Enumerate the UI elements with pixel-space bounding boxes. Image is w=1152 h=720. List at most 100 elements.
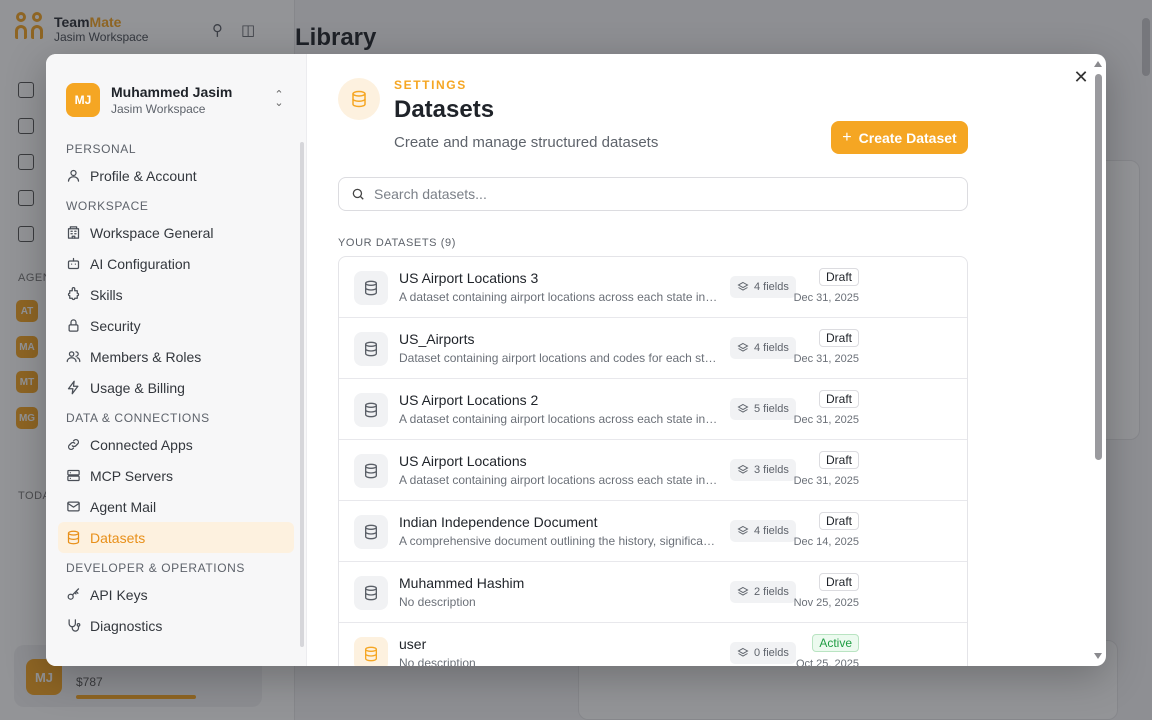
fields-badge: 5 fields <box>730 398 796 420</box>
layers-icon <box>737 586 749 596</box>
search-box[interactable] <box>338 177 968 211</box>
dataset-row[interactable]: US Airport Locations A dataset containing… <box>339 440 967 501</box>
user-workspace: Jasim Workspace <box>111 102 206 116</box>
fields-count: 4 fields <box>754 281 789 293</box>
settings-nav-api-keys[interactable]: API Keys <box>58 579 294 610</box>
user-name: Muhammed Jasim <box>111 84 233 100</box>
layers-icon <box>737 464 749 474</box>
settings-nav-agent-mail[interactable]: Agent Mail <box>58 491 294 522</box>
database-icon <box>354 332 388 366</box>
dataset-row[interactable]: Indian Independence Document A comprehens… <box>339 501 967 562</box>
layers-icon <box>737 403 749 413</box>
settings-nav-diagnostics[interactable]: Diagnostics <box>58 610 294 641</box>
dataset-date: Oct 25, 2025 <box>796 658 859 666</box>
layers-icon <box>737 342 749 352</box>
datasets-count-label: YOUR DATASETS (9) <box>338 237 456 249</box>
settings-nav-label: Members & Roles <box>90 348 202 365</box>
section-subtitle: Create and manage structured datasets <box>394 134 659 151</box>
create-dataset-button[interactable]: + Create Dataset <box>831 121 968 154</box>
dataset-description: A dataset containing airport locations a… <box>399 473 719 487</box>
nav-section-title: WORKSPACE <box>66 199 149 213</box>
settings-nav-connected-apps[interactable]: Connected Apps <box>58 429 294 460</box>
fields-count: 0 fields <box>754 647 789 659</box>
database-icon <box>354 515 388 549</box>
user-avatar: MJ <box>66 83 100 117</box>
dataset-name: US Airport Locations 3 <box>399 270 539 286</box>
dataset-row[interactable]: Muhammed Hashim No description 2 fields Dra… <box>339 562 967 623</box>
section-title: Datasets <box>394 96 495 123</box>
fields-badge: 3 fields <box>730 459 796 481</box>
scroll-up-icon[interactable] <box>1094 61 1102 67</box>
scroll-down-icon[interactable] <box>1094 653 1102 659</box>
settings-nav-ai-configuration[interactable]: AI Configuration <box>58 248 294 279</box>
settings-nav-profile-account[interactable]: Profile & Account <box>58 160 294 191</box>
dataset-date: Dec 31, 2025 <box>793 414 859 426</box>
settings-nav-label: API Keys <box>90 586 148 603</box>
settings-nav-label: Security <box>90 317 141 334</box>
close-icon[interactable]: ✕ <box>1072 68 1090 86</box>
datasets-list: US Airport Locations 3 A dataset containi… <box>338 256 968 666</box>
users-icon <box>66 349 81 364</box>
dataset-date: Nov 25, 2025 <box>793 597 859 609</box>
settings-nav-security[interactable]: Security <box>58 310 294 341</box>
workspace-switcher[interactable]: MJ Muhammed Jasim Jasim Workspace ⌃ ⌄ <box>66 80 292 120</box>
dataset-date: Dec 31, 2025 <box>793 475 859 487</box>
settings-nav-label: Connected Apps <box>90 436 193 453</box>
settings-nav-workspace-general[interactable]: Workspace General <box>58 217 294 248</box>
mail-icon <box>66 499 81 514</box>
database-icon <box>354 576 388 610</box>
search-icon <box>352 188 364 200</box>
dataset-row[interactable]: US_Airports Dataset containing airport lo… <box>339 318 967 379</box>
status-badge: Draft <box>818 451 859 469</box>
dataset-description: A dataset containing airport locations a… <box>399 412 719 426</box>
dataset-name: US Airport Locations 2 <box>399 392 539 408</box>
settings-nav-label: Usage & Billing <box>90 379 185 396</box>
settings-nav-label: Diagnostics <box>90 617 163 634</box>
settings-nav-label: AI Configuration <box>90 255 191 272</box>
fields-count: 4 fields <box>754 342 789 354</box>
settings-nav-members-roles[interactable]: Members & Roles <box>58 341 294 372</box>
create-dataset-label: Create Dataset <box>858 129 957 146</box>
scroll-thumb[interactable] <box>1095 74 1102 460</box>
dataset-row[interactable]: US Airport Locations 3 A dataset containi… <box>339 257 967 318</box>
server-icon <box>66 468 81 483</box>
settings-nav-datasets[interactable]: Datasets <box>58 522 294 553</box>
nav-section-title: DATA & CONNECTIONS <box>66 411 210 425</box>
stethoscope-icon <box>66 618 81 633</box>
settings-nav-label: Profile & Account <box>90 167 197 184</box>
database-icon <box>354 393 388 427</box>
settings-nav-usage-billing[interactable]: Usage & Billing <box>58 372 294 403</box>
content-scrollbar[interactable] <box>1092 54 1106 666</box>
building-icon <box>66 225 81 240</box>
dataset-description: A comprehensive document outlining the h… <box>399 534 719 548</box>
database-icon <box>354 271 388 305</box>
fields-count: 5 fields <box>754 403 789 415</box>
database-icon <box>66 530 81 545</box>
dataset-row[interactable]: US Airport Locations 2 A dataset containi… <box>339 379 967 440</box>
status-badge: Draft <box>818 268 859 286</box>
status-badge: Draft <box>818 329 859 347</box>
layers-icon <box>737 281 749 291</box>
layers-icon <box>737 647 749 657</box>
settings-nav-label: Agent Mail <box>90 498 157 515</box>
fields-badge: 4 fields <box>730 276 796 298</box>
settings-nav-mcp-servers[interactable]: MCP Servers <box>58 460 294 491</box>
dataset-name: Indian Independence Document <box>399 514 598 530</box>
database-icon <box>338 78 380 120</box>
layers-icon <box>737 525 749 535</box>
dataset-date: Dec 31, 2025 <box>793 292 859 304</box>
dataset-row[interactable]: user No description 0 fields Active Oct 25, … <box>339 623 967 666</box>
settings-nav: PERSONAL Profile & Account WORKSPACE Worksp… <box>58 138 294 641</box>
settings-nav-label: Workspace General <box>90 224 214 241</box>
settings-modal: MJ Muhammed Jasim Jasim Workspace ⌃ ⌄ PER… <box>46 54 1106 666</box>
status-badge: Draft <box>818 512 859 530</box>
fields-count: 4 fields <box>754 525 789 537</box>
settings-nav-skills[interactable]: Skills <box>58 279 294 310</box>
search-input[interactable] <box>374 186 934 202</box>
sidebar-scrollbar[interactable] <box>300 142 304 647</box>
settings-content: ✕ SETTINGS Datasets Create and manage st… <box>307 54 1106 666</box>
link-icon <box>66 437 81 452</box>
bot-icon <box>66 256 81 271</box>
dataset-name: user <box>399 636 427 652</box>
dataset-date: Dec 31, 2025 <box>793 353 859 365</box>
